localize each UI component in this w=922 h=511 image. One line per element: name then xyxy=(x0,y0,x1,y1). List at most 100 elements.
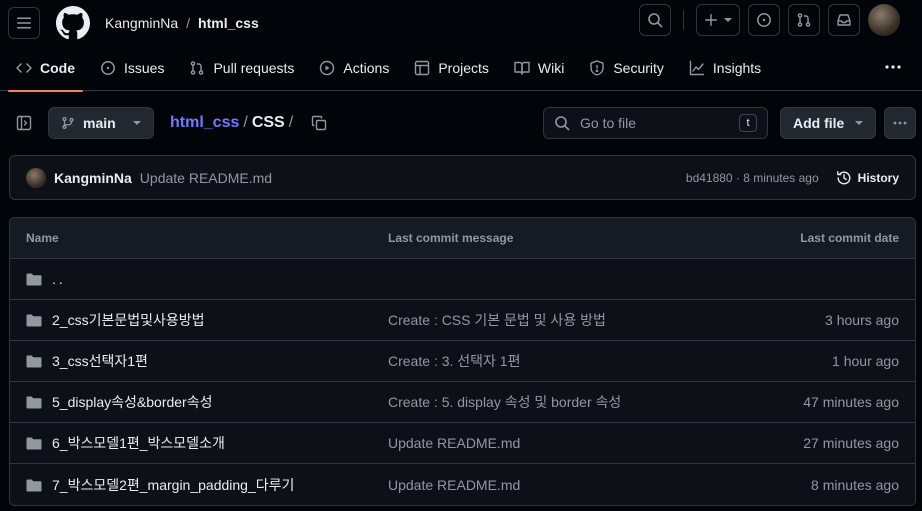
file-navigation-bar: main html_css / CSS / Go to file t Add f… xyxy=(0,91,922,155)
commit-date: 8 minutes ago xyxy=(811,476,899,493)
folder-name-link[interactable]: 6_박스모델1편_박스모델소개 xyxy=(52,433,225,453)
triangle-down-icon xyxy=(724,18,732,22)
table-row-parent-directory[interactable]: .. xyxy=(10,259,915,300)
table-row[interactable]: 5_display속성&border속성 Create : 5. display… xyxy=(10,382,915,423)
inbox-button[interactable] xyxy=(828,4,860,36)
column-header-name: Name xyxy=(26,231,59,245)
tab-issues[interactable]: Issues xyxy=(92,52,172,84)
folder-icon xyxy=(26,396,42,409)
add-file-label: Add file xyxy=(793,115,845,131)
search-icon xyxy=(648,13,663,28)
pull-requests-button[interactable] xyxy=(788,4,820,36)
history-button[interactable]: History xyxy=(836,170,899,186)
tab-label: Wiki xyxy=(537,59,565,76)
kebab-horizontal-icon[interactable] xyxy=(884,59,902,75)
breadcrumb-owner-link[interactable]: KangminNa xyxy=(105,15,178,31)
tab-label: Code xyxy=(40,59,75,76)
name-cell: 2_css기본문법및사용방법 xyxy=(26,310,388,330)
tab-label: Security xyxy=(613,59,664,76)
table-row[interactable]: 6_박스모델1편_박스모델소개 Update README.md 27 minu… xyxy=(10,423,915,464)
tab-label: Projects xyxy=(438,59,489,76)
commit-date: 47 minutes ago xyxy=(803,394,899,410)
path-repo-link[interactable]: html_css xyxy=(170,114,239,132)
go-to-file-input[interactable]: Go to file t xyxy=(543,107,768,139)
git-pull-request-icon xyxy=(191,60,204,75)
issue-opened-icon xyxy=(757,13,771,27)
folder-icon xyxy=(26,355,42,368)
issues-button[interactable] xyxy=(748,4,780,36)
tab-projects[interactable]: Projects xyxy=(406,52,497,84)
shield-icon xyxy=(590,59,605,76)
more-options-button[interactable] xyxy=(884,107,916,139)
tab-actions[interactable]: Actions xyxy=(311,52,397,84)
column-header-message: Last commit message xyxy=(388,231,514,245)
hamburger-menu-button[interactable] xyxy=(8,6,40,39)
name-cell: 5_display속성&border속성 xyxy=(26,392,388,412)
github-logo-icon[interactable] xyxy=(56,5,90,40)
folder-icon xyxy=(26,437,42,450)
graph-icon xyxy=(689,60,705,75)
commit-message-link[interactable]: Create : 5. display 속성 및 border 속성 xyxy=(388,392,699,412)
folder-icon xyxy=(26,273,42,286)
table-row[interactable]: 7_박스모델2편_margin_padding_다루기 Update READM… xyxy=(10,464,915,505)
name-cell: 6_박스모델1편_박스모델소개 xyxy=(26,433,388,453)
commit-message-link[interactable]: Create : CSS 기본 문법 및 사용 방법 xyxy=(388,310,699,330)
tab-security[interactable]: Security xyxy=(581,52,672,84)
folder-icon xyxy=(26,314,42,327)
column-header-date: Last commit date xyxy=(800,231,899,245)
global-header: KangminNa / html_css xyxy=(0,0,922,45)
path-current-dir: CSS xyxy=(251,114,285,131)
tab-label: Actions xyxy=(343,59,390,76)
tab-pull-requests[interactable]: Pull requests xyxy=(181,52,302,84)
issue-opened-icon xyxy=(101,60,115,75)
name-cell: .. xyxy=(26,271,388,287)
tab-wiki[interactable]: Wiki xyxy=(506,52,572,84)
tab-insights[interactable]: Insights xyxy=(681,52,769,84)
plus-icon xyxy=(705,14,717,26)
repo-nav: Code Issues Pull requests Actions Projec… xyxy=(0,45,922,92)
commit-date: 3 hours ago xyxy=(825,312,899,328)
folder-name-link[interactable]: 3_css선택자1편 xyxy=(52,351,148,371)
search-button[interactable] xyxy=(639,4,671,36)
add-file-button[interactable]: Add file xyxy=(780,107,876,139)
header-divider xyxy=(683,10,684,30)
commit-author-link[interactable]: KangminNa xyxy=(54,170,132,186)
table-header: Name Last commit message Last commit dat… xyxy=(10,218,915,259)
history-icon xyxy=(836,170,851,184)
breadcrumb-separator: / xyxy=(186,14,191,31)
breadcrumb: html_css / CSS / xyxy=(170,114,297,132)
avatar[interactable] xyxy=(26,167,46,188)
commit-message-link[interactable]: Update README.md xyxy=(388,435,699,451)
branch-select-button[interactable]: main xyxy=(48,107,154,139)
parent-directory-link[interactable]: .. xyxy=(52,271,66,287)
user-avatar[interactable] xyxy=(868,4,900,36)
table-icon xyxy=(415,60,430,75)
commit-date: 1 hour ago xyxy=(832,353,899,369)
commit-message-link[interactable]: Update README.md xyxy=(388,477,699,493)
go-to-file-placeholder: Go to file xyxy=(580,115,637,131)
code-icon xyxy=(16,62,32,73)
tab-code[interactable]: Code xyxy=(8,52,83,92)
folder-name-link[interactable]: 7_박스모델2편_margin_padding_다루기 xyxy=(52,475,294,495)
tab-label: Insights xyxy=(712,59,762,76)
toggle-file-tree-button[interactable] xyxy=(8,107,40,139)
commit-sha-and-time[interactable]: bd41880 · 8 minutes ago xyxy=(686,171,819,185)
create-new-button[interactable] xyxy=(696,4,740,36)
play-icon xyxy=(320,60,335,75)
file-table: Name Last commit message Last commit dat… xyxy=(9,217,916,506)
commit-message-link[interactable]: Create : 3. 선택자 1편 xyxy=(388,351,699,371)
folder-name-link[interactable]: 2_css기본문법및사용방법 xyxy=(52,310,205,330)
commit-message-link[interactable]: Update README.md xyxy=(140,170,272,186)
kebab-horizontal-icon xyxy=(893,121,907,125)
table-row[interactable]: 2_css기본문법및사용방법 Create : CSS 기본 문법 및 사용 방… xyxy=(10,300,915,341)
book-icon xyxy=(514,61,530,75)
tab-label: Issues xyxy=(124,59,165,76)
breadcrumb-repo-link[interactable]: html_css xyxy=(198,15,259,31)
sidebar-expand-icon xyxy=(16,115,32,131)
folder-name-link[interactable]: 5_display속성&border속성 xyxy=(52,392,212,412)
git-branch-icon xyxy=(62,117,74,129)
branch-name: main xyxy=(83,115,116,131)
table-row[interactable]: 3_css선택자1편 Create : 3. 선택자 1편 1 hour ago xyxy=(10,341,915,382)
copy-icon[interactable] xyxy=(311,115,327,131)
triangle-down-icon xyxy=(855,121,863,125)
